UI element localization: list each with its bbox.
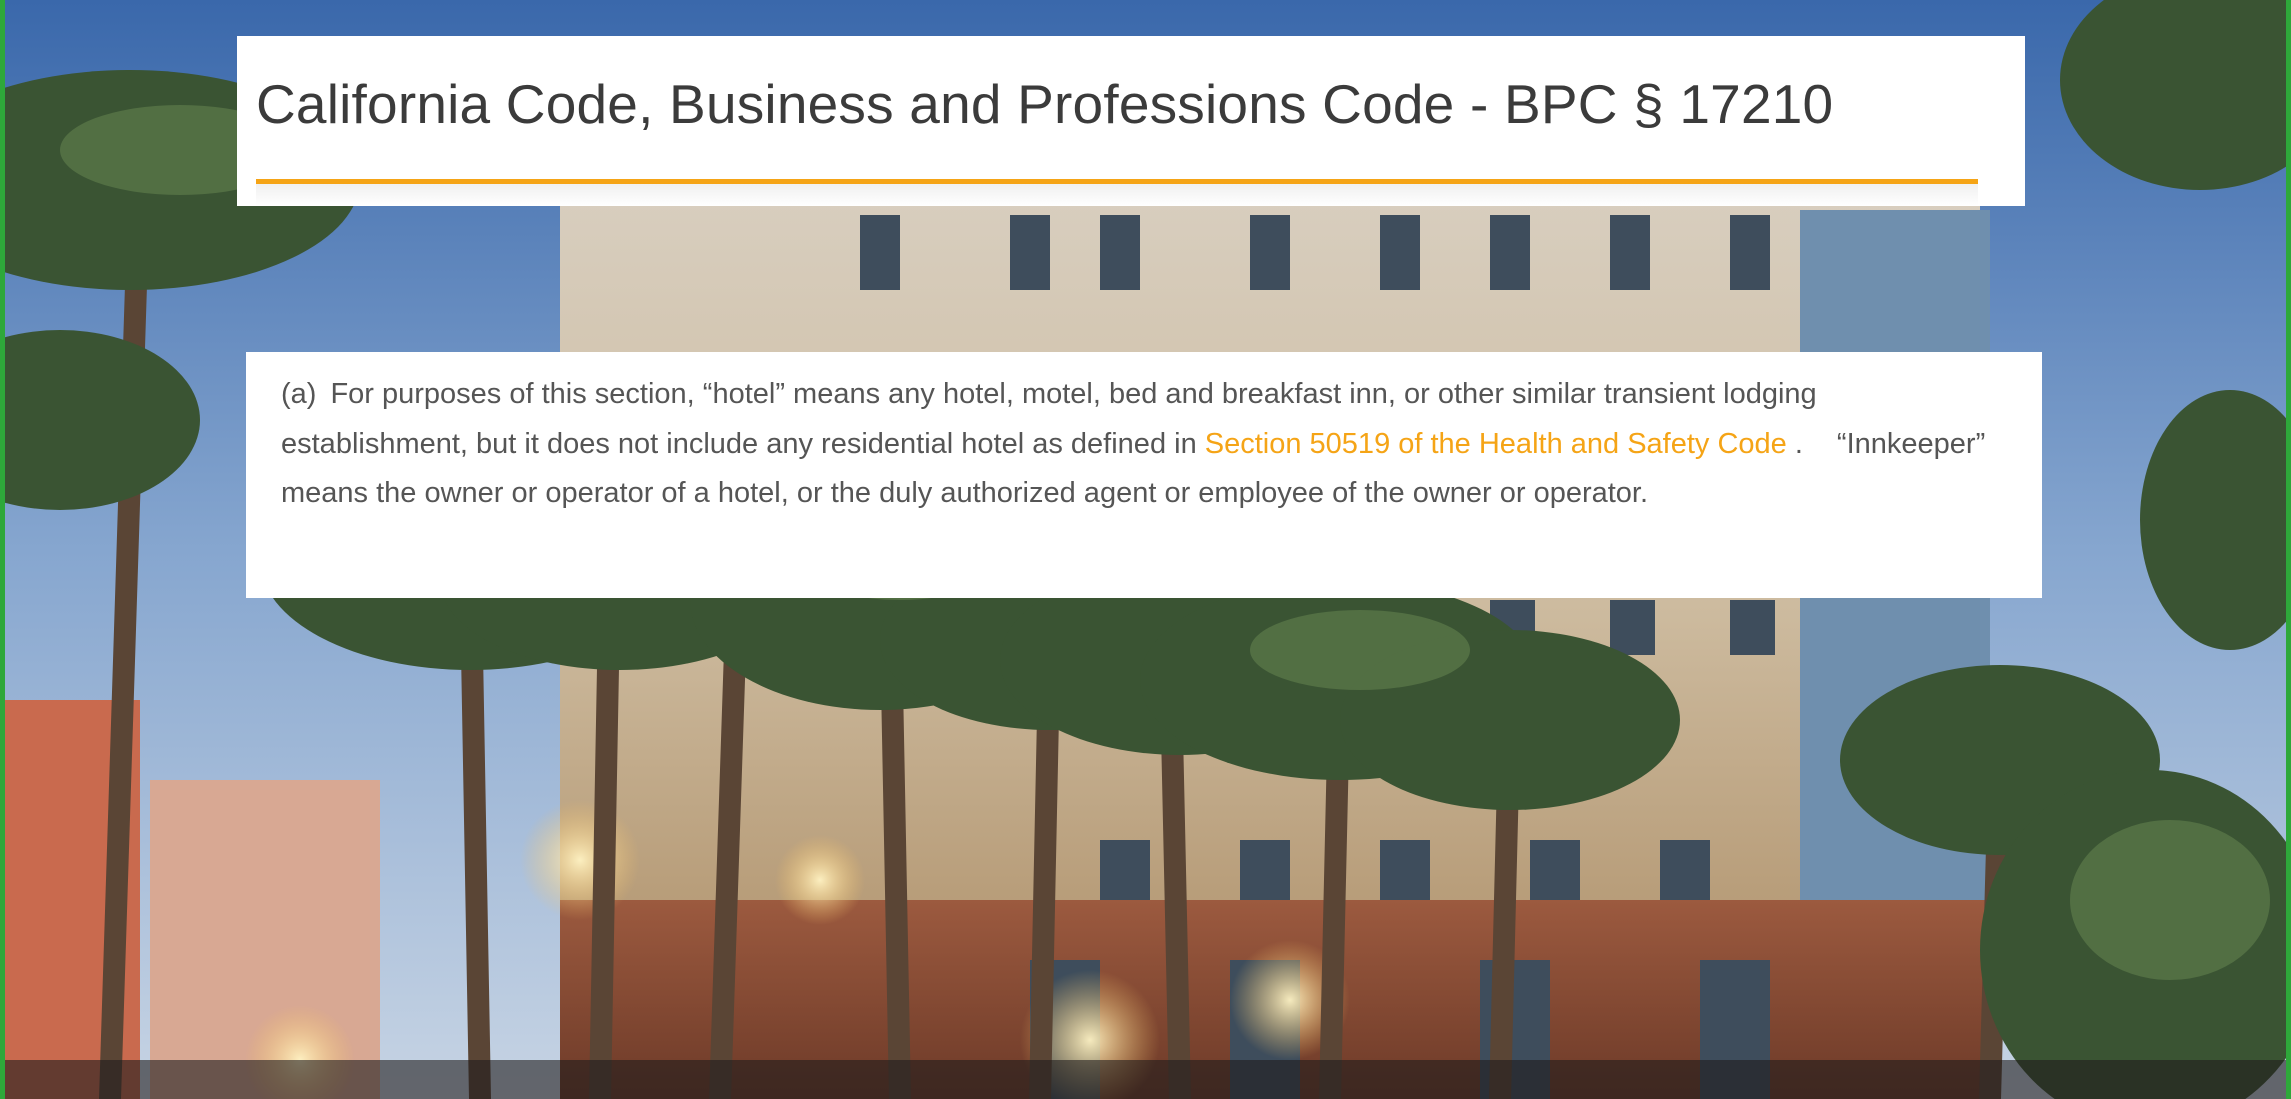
title-card: California Code, Business and Profession… — [237, 36, 2025, 206]
section-card: (a) For purposes of this section, “hotel”… — [246, 352, 2042, 598]
page-title: California Code, Business and Profession… — [256, 73, 1834, 135]
section-link-punct: . — [1794, 427, 1803, 460]
subsection-label: (a) — [281, 378, 317, 410]
frame-edge-right — [2286, 0, 2291, 1099]
title-divider-shadow — [256, 184, 1978, 206]
section-paragraph: (a) For purposes of this section, “hotel”… — [281, 370, 2008, 519]
health-safety-code-link[interactable]: Section 50519 of the Health and Safety C… — [1205, 428, 1787, 460]
frame-edge-left — [0, 0, 5, 1099]
